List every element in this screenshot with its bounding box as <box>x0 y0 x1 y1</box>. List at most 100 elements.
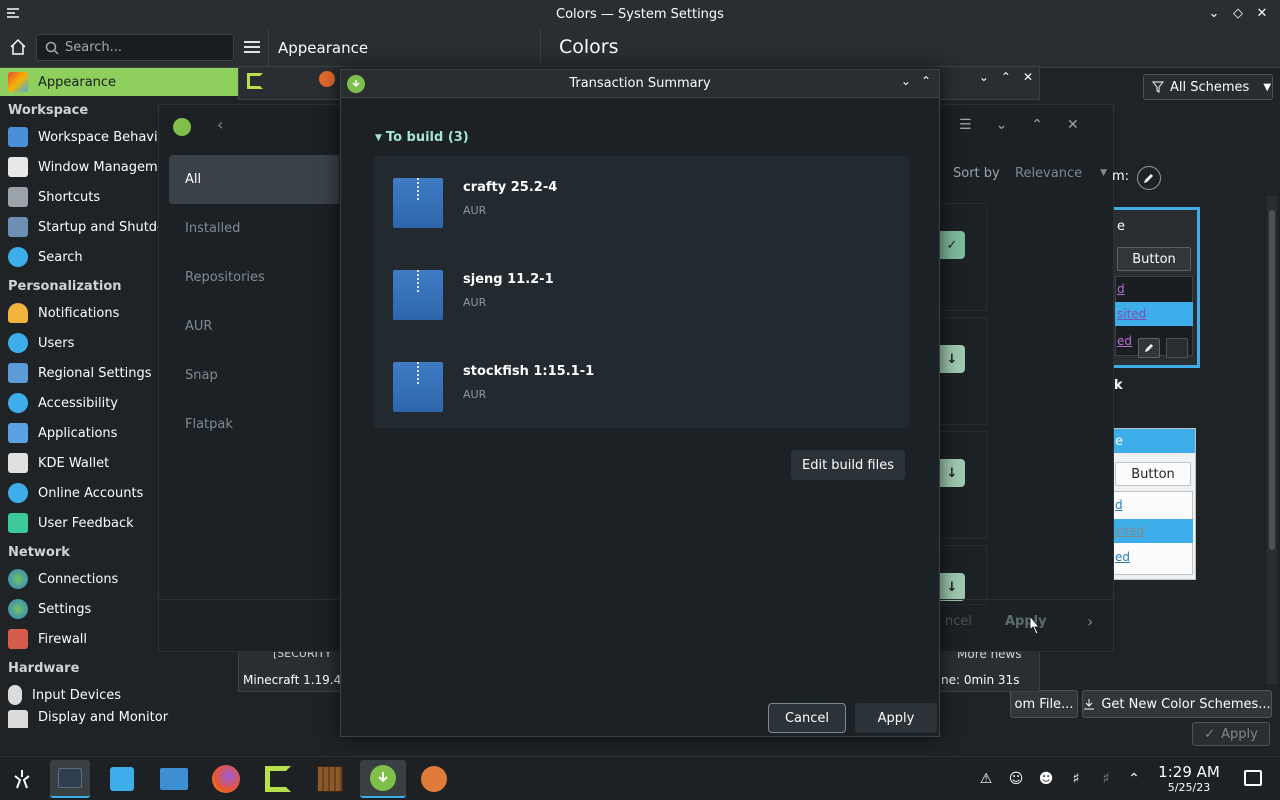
chevron-down-icon: ▼ <box>1100 168 1108 178</box>
settings-apply-label: Apply <box>1221 726 1258 742</box>
tray-microphone-icon[interactable]: ♯ <box>1096 769 1116 789</box>
pamac-app-icon <box>173 118 191 136</box>
users-icon <box>8 333 28 353</box>
clock[interactable]: 1:29 AM 5/25/23 <box>1156 763 1222 794</box>
page-title: Colors <box>559 36 619 58</box>
pamac-app-icon <box>370 765 396 791</box>
taskbar-discover[interactable] <box>106 763 138 795</box>
window-menu-icon[interactable] <box>6 6 20 20</box>
close-icon[interactable]: ✕ <box>1254 4 1270 22</box>
maximize-icon[interactable]: ⌃ <box>1001 70 1011 84</box>
search-input[interactable]: Search... <box>36 34 234 61</box>
dialog-apply-button[interactable]: Apply <box>855 703 937 733</box>
settings-apply-button[interactable]: ✓ Apply <box>1192 722 1270 746</box>
minecraft-version-label: Minecraft 1.19.4 <box>243 673 342 687</box>
settings-toolbar: Search... Appearance Colors <box>0 28 1280 68</box>
applications-icon <box>8 423 28 443</box>
window-title: Colors — System Settings <box>556 6 724 22</box>
minimize-icon[interactable]: ⌄ <box>901 74 911 88</box>
package-repo: AUR <box>463 296 487 309</box>
install-from-file-button[interactable]: om File... <box>1010 690 1078 718</box>
back-icon[interactable]: ‹ <box>217 115 223 134</box>
dialog-cancel-button[interactable]: Cancel <box>768 703 846 733</box>
hamburger-menu-icon[interactable] <box>242 37 262 57</box>
taskbar-firefox[interactable] <box>210 763 242 795</box>
taskbar: ⚠ ☺ ☻ ♯ ♯ ⌃ 1:29 AM 5/25/23 <box>0 756 1280 800</box>
maximize-icon[interactable]: ⌃ <box>921 74 931 88</box>
breadcrumb-parent[interactable]: Appearance <box>278 39 368 57</box>
application-launcher-button[interactable] <box>6 763 38 795</box>
list-item[interactable]: sjeng 11.2-1 AUR <box>393 270 893 330</box>
pamac-sidebar: All Installed Repositories AUR Snap Flat… <box>169 155 339 449</box>
show-desktop-button[interactable] <box>1244 770 1262 786</box>
package-card <box>941 431 987 539</box>
taskbar-pamac[interactable] <box>360 760 406 798</box>
sidebar-item-label: KDE Wallet <box>38 455 110 471</box>
minimize-icon[interactable]: ⌄ <box>979 70 989 84</box>
taskbar-file-manager[interactable] <box>158 763 190 795</box>
color-scheme-preview-light[interactable]: e Button d sited ed <box>1100 428 1196 580</box>
hamburger-menu-icon[interactable]: ☰ <box>959 117 972 133</box>
sidebar-item-label: Users <box>38 335 75 351</box>
shopping-bag-icon <box>110 767 134 791</box>
sidebar-item-appearance[interactable]: Appearance <box>0 68 240 96</box>
taskbar-minecraft[interactable] <box>314 763 346 795</box>
sort-dropdown[interactable]: Relevance ▼ <box>1007 159 1107 187</box>
bell-icon <box>8 303 28 323</box>
get-new-schemes-button[interactable]: Get New Color Schemes... <box>1082 690 1272 718</box>
edit-build-files-button[interactable]: Edit build files <box>791 450 905 480</box>
to-build-section-toggle[interactable]: ▼ To build (3) <box>375 130 469 145</box>
minimize-icon[interactable]: ⌄ <box>996 117 1008 133</box>
scheme-filter-label: All Schemes <box>1170 79 1250 95</box>
sort-by-label: Sort by <box>953 166 1000 181</box>
chevron-right-icon[interactable]: › <box>1087 612 1093 631</box>
tray-volume-muted-icon[interactable]: ♯ <box>1066 769 1086 789</box>
minimize-icon[interactable]: ⌄ <box>1206 4 1222 22</box>
minecraft-launcher-icon <box>265 766 291 792</box>
pamac-nav-all[interactable]: All <box>169 155 339 204</box>
scheme-filter-dropdown[interactable]: All Schemes ▼ <box>1143 74 1273 100</box>
pamac-nav-flatpak[interactable]: Flatpak <box>169 400 339 449</box>
close-icon[interactable]: ✕ <box>1067 117 1079 133</box>
sidebar-item-label: Firewall <box>38 631 88 647</box>
build-package-list: crafty 25.2-4 AUR sjeng 11.2-1 AUR stock… <box>373 156 909 428</box>
list-item[interactable]: crafty 25.2-4 AUR <box>393 178 893 238</box>
taskbar-chess[interactable] <box>418 763 450 795</box>
list-item[interactable]: stockfish 1:15.1-1 AUR <box>393 362 893 422</box>
package-name: crafty 25.2-4 <box>463 180 558 195</box>
pamac-nav-repositories[interactable]: Repositories <box>169 253 339 302</box>
sidebar-item-label: Online Accounts <box>38 485 144 501</box>
taskbar-minecraft-launcher[interactable] <box>262 763 294 795</box>
home-icon[interactable] <box>8 37 28 57</box>
sidebar-item-display-monitor[interactable]: Display and Monitor <box>0 710 240 728</box>
feedback-icon <box>8 513 28 533</box>
maximize-icon[interactable]: ⌃ <box>1031 117 1043 133</box>
keep-above-icon[interactable]: ◇ <box>1230 4 1246 22</box>
tray-alert-icon[interactable]: ⚠ <box>976 769 996 789</box>
schemes-scrollbar[interactable] <box>1267 196 1277 684</box>
to-build-header: To build (3) <box>385 130 469 145</box>
preview-button-label: Button <box>1132 251 1176 267</box>
tray-expand-icon[interactable]: ⌃ <box>1124 769 1144 789</box>
color-scheme-preview-selected[interactable]: e Button d sited ed <box>1100 207 1200 368</box>
close-icon[interactable]: ✕ <box>1023 70 1033 84</box>
pamac-nav-aur[interactable]: AUR <box>169 302 339 351</box>
tray-user-icon[interactable]: ☺ <box>1006 769 1026 789</box>
color-picker-button[interactable] <box>1137 166 1161 190</box>
sidebar-item-label: Display and Monitor <box>38 710 169 725</box>
taskbar-system-settings[interactable] <box>50 760 90 798</box>
folder-icon <box>160 768 188 790</box>
install-from-file-label: om File... <box>1014 696 1074 712</box>
pamac-nav-snap[interactable]: Snap <box>169 351 339 400</box>
pamac-cancel-button[interactable]: ncel <box>945 614 972 629</box>
edit-scheme-button[interactable] <box>1138 338 1160 358</box>
delete-scheme-button[interactable] <box>1166 338 1188 358</box>
online-accounts-icon <box>8 483 28 503</box>
scrollbar-thumb[interactable] <box>1269 210 1275 550</box>
sidebar-item-input-devices[interactable]: Input Devices <box>0 680 240 710</box>
pamac-nav-installed[interactable]: Installed <box>169 204 339 253</box>
workspace-behavior-icon <box>8 127 28 147</box>
window-controls: ⌄ ◇ ✕ <box>1206 4 1270 22</box>
tray-users-icon[interactable]: ☻ <box>1036 769 1056 789</box>
preview-title: e <box>1117 219 1125 234</box>
